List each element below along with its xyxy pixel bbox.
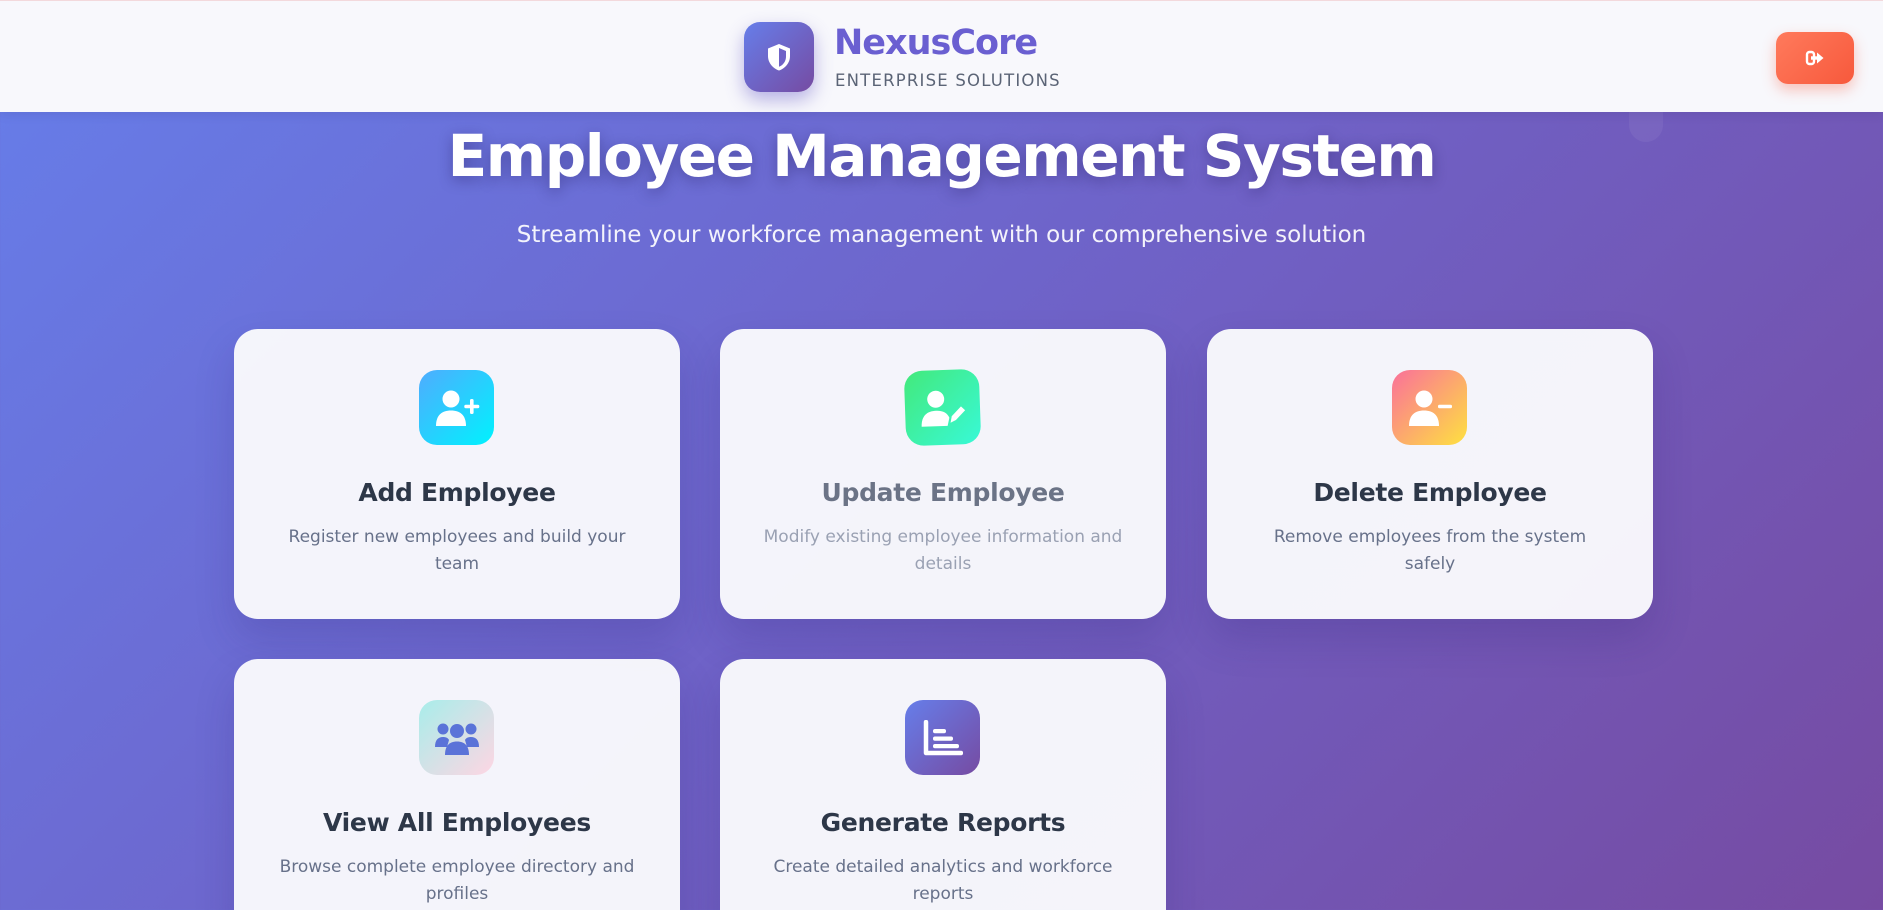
delete-employee-card[interactable]: Delete Employee Remove employees from th… (1207, 329, 1653, 619)
card-description: Create detailed analytics and workforce … (773, 857, 1113, 904)
card-title: Update Employee (821, 478, 1065, 507)
icon-tile (419, 700, 494, 775)
card-description: Browse complete employee directory and p… (279, 857, 635, 904)
add-employee-card[interactable]: Add Employee Register new employees and … (234, 329, 680, 619)
brand-tagline: ENTERPRISE SOLUTIONS (835, 71, 1061, 90)
card-description: Register new employees and build your te… (288, 527, 626, 574)
page-subtitle: Streamline your workforce management wit… (516, 222, 1367, 248)
logout-button[interactable] (1776, 32, 1854, 84)
chart-bar-icon (923, 719, 963, 755)
shield-icon (768, 44, 790, 71)
icon-tile (419, 370, 494, 445)
users-icon (434, 723, 479, 755)
card-title: Generate Reports (820, 808, 1066, 837)
top-navbar: NexusCore ENTERPRISE SOLUTIONS (0, 0, 1883, 112)
icon-tile (905, 700, 980, 775)
card-title: Add Employee (358, 478, 556, 507)
icon-tile (903, 368, 982, 447)
card-title: View All Employees (323, 808, 591, 837)
brand-logo[interactable] (744, 22, 814, 92)
page-title: Employee Management System (447, 122, 1437, 190)
generate-reports-card[interactable]: Generate Reports Create detailed analyti… (720, 659, 1166, 910)
update-employee-card[interactable]: Update Employee Modify existing employee… (720, 329, 1166, 619)
sign-out-icon (1805, 50, 1824, 66)
icon-tile (1392, 370, 1467, 445)
view-all-employees-card[interactable]: View All Employees Browse complete emplo… (234, 659, 680, 910)
user-minus-icon (1408, 390, 1452, 426)
card-description: Modify existing employee information and… (763, 527, 1123, 574)
card-title: Delete Employee (1313, 478, 1547, 507)
card-description: Remove employees from the system safely (1273, 527, 1587, 574)
user-plus-icon (435, 390, 479, 426)
user-edit-icon (921, 390, 965, 427)
brand-name: NexusCore (834, 23, 1038, 63)
